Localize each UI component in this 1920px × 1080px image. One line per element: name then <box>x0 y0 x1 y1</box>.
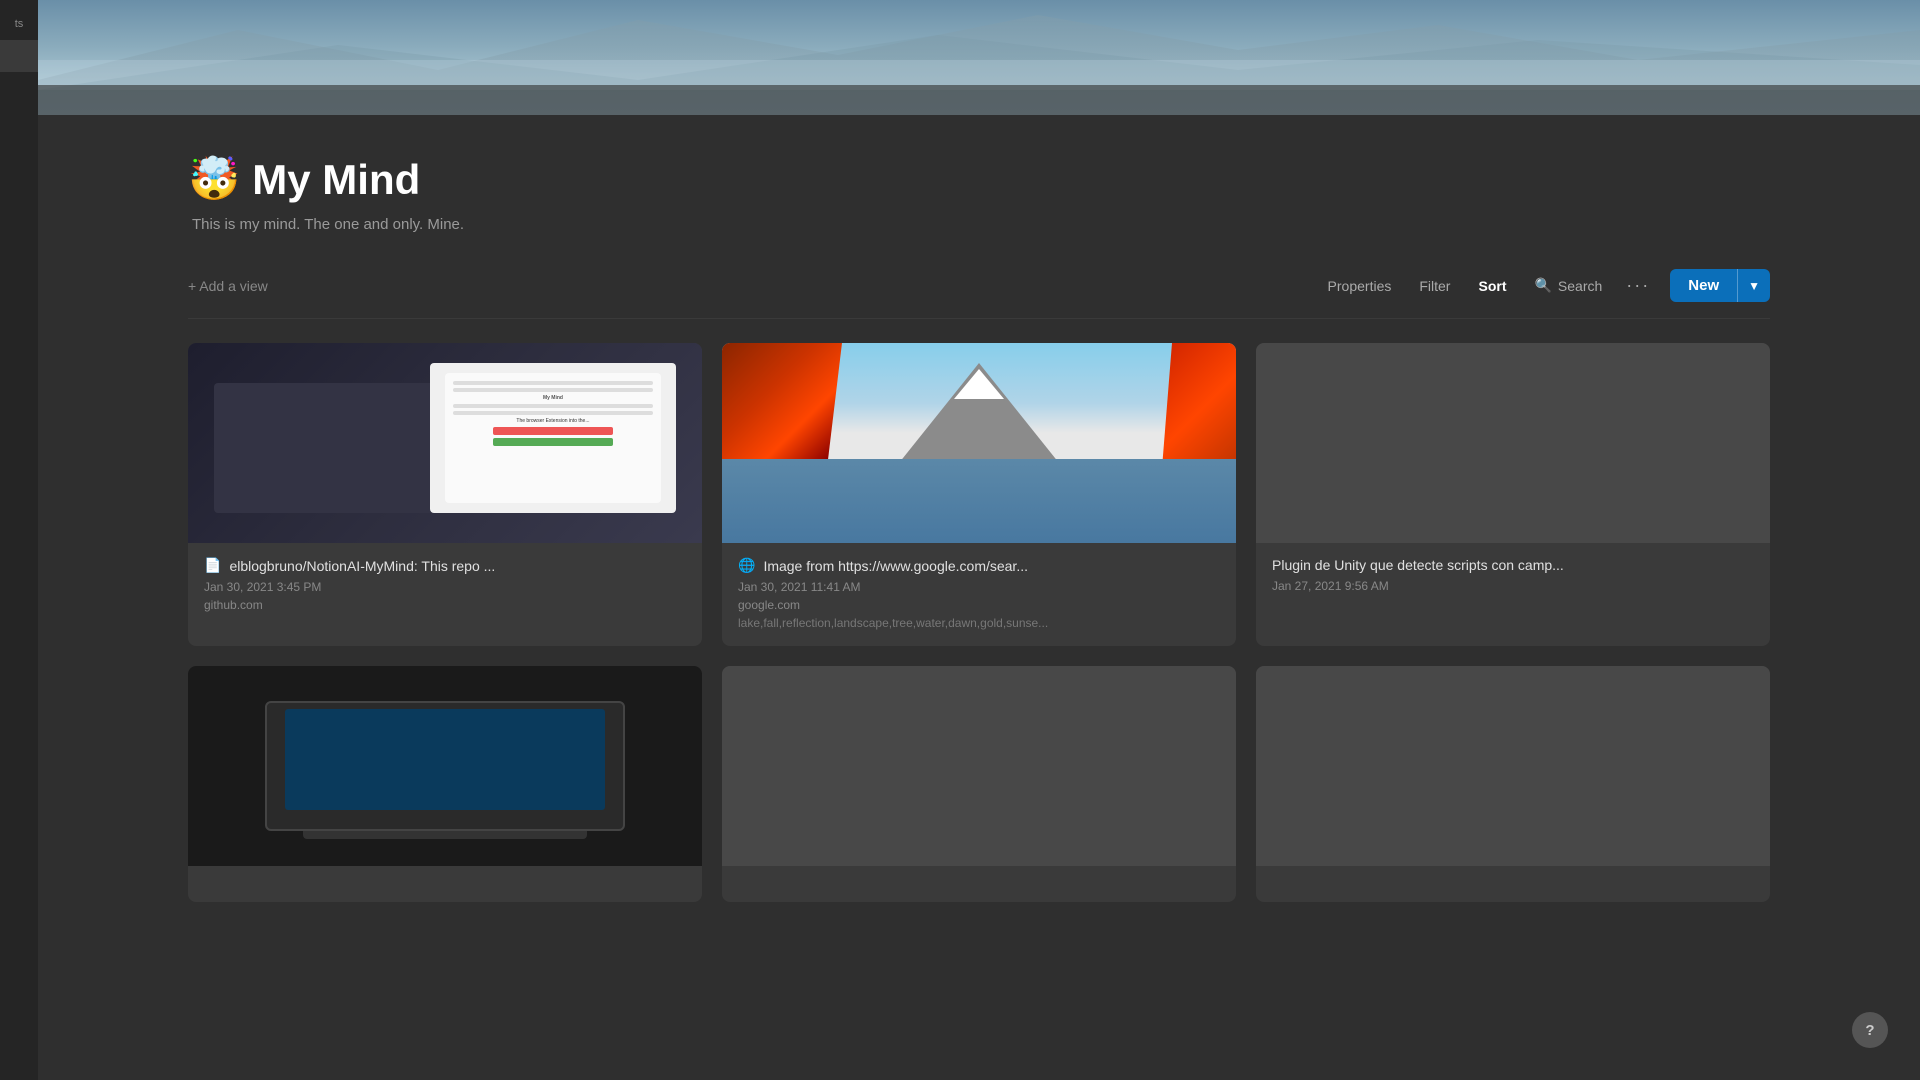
card-date-mountain: Jan 30, 2021 11:41 AM <box>738 580 1220 594</box>
card-empty-5[interactable] <box>722 666 1236 902</box>
sort-label: Sort <box>1478 278 1506 294</box>
card-body-unity: Plugin de Unity que detecte scripts con … <box>1256 543 1770 613</box>
card-image-laptop <box>188 666 702 866</box>
github-inner-panel: My Mind The browser Extension into the..… <box>445 373 661 503</box>
card-domain-github: github.com <box>204 598 686 612</box>
laptop-shape <box>265 701 625 831</box>
page-title-row: 🤯 My Mind <box>188 155 1770 204</box>
help-button[interactable]: ? <box>1852 1012 1888 1048</box>
page-description: This is my mind. The one and only. Mine. <box>188 216 1770 233</box>
help-icon: ? <box>1865 1022 1874 1039</box>
new-dropdown-button[interactable]: ▼ <box>1737 269 1770 302</box>
card-title-text: Image from https://www.google.com/sear..… <box>763 558 1028 574</box>
search-button[interactable]: 🔍 Search <box>1522 271 1614 300</box>
toolbar: + Add a view Properties Filter Sort 🔍 Se… <box>188 253 1770 319</box>
page-title: My Mind <box>252 156 420 204</box>
card-image-mountain <box>722 343 1236 543</box>
sort-button[interactable]: Sort <box>1466 272 1518 300</box>
github-bar-2 <box>453 388 653 392</box>
cards-grid: My Mind The browser Extension into the..… <box>188 343 1770 902</box>
sidebar-item-label: ts <box>15 18 24 30</box>
document-icon: 📄 <box>204 557 221 574</box>
card-body-5 <box>722 866 1236 896</box>
github-bar-3 <box>453 404 653 408</box>
more-options-button[interactable]: ··· <box>1618 271 1658 300</box>
chevron-down-icon: ▼ <box>1748 279 1760 293</box>
properties-label: Properties <box>1328 278 1392 294</box>
main-content: 🤯 My Mind This is my mind. The one and o… <box>38 0 1920 1080</box>
card-body-mountain: 🌐 Image from https://www.google.com/sear… <box>722 543 1236 646</box>
github-bar-1 <box>453 381 653 385</box>
card-github[interactable]: My Mind The browser Extension into the..… <box>188 343 702 646</box>
filter-label: Filter <box>1419 278 1450 294</box>
card-title-mountain: 🌐 Image from https://www.google.com/sear… <box>738 557 1220 574</box>
globe-icon: 🌐 <box>738 557 755 574</box>
page-emoji: 🤯 <box>188 155 240 204</box>
github-green-button <box>493 438 613 446</box>
card-image-placeholder-6 <box>1256 666 1770 866</box>
github-bar-4 <box>453 411 653 415</box>
page-content-area: 🤯 My Mind This is my mind. The one and o… <box>38 115 1920 1080</box>
hero-image <box>38 0 1920 115</box>
card-laptop[interactable] <box>188 666 702 902</box>
new-button-group: New ▼ <box>1670 269 1770 302</box>
mountain-snow <box>954 369 1004 399</box>
add-view-button[interactable]: + Add a view <box>188 278 268 294</box>
card-title-unity: Plugin de Unity que detecte scripts con … <box>1272 557 1754 573</box>
card-domain-mountain: google.com <box>738 598 1220 612</box>
search-icon: 🔍 <box>1534 277 1551 294</box>
new-label: New <box>1688 277 1719 294</box>
card-title-text: Plugin de Unity que detecte scripts con … <box>1272 557 1564 573</box>
card-date-unity: Jan 27, 2021 9:56 AM <box>1272 579 1754 593</box>
search-label: Search <box>1558 278 1602 294</box>
more-dots-icon: ··· <box>1626 275 1650 295</box>
sidebar-item-active[interactable] <box>0 40 38 72</box>
new-button[interactable]: New <box>1670 269 1737 302</box>
github-panel-title: My Mind <box>453 395 653 401</box>
card-body-6 <box>1256 866 1770 896</box>
properties-button[interactable]: Properties <box>1316 272 1404 300</box>
laptop-screen <box>285 709 605 810</box>
filter-button[interactable]: Filter <box>1407 272 1462 300</box>
card-body-laptop <box>188 866 702 902</box>
card-tags-mountain: lake,fall,reflection,landscape,tree,wate… <box>738 616 1220 630</box>
laptop-base <box>303 831 588 839</box>
hero-banner <box>38 0 1920 115</box>
card-title-github: 📄 elblogbruno/NotionAI-MyMind: This repo… <box>204 557 686 574</box>
card-image-placeholder-unity <box>1256 343 1770 543</box>
card-image-placeholder-5 <box>722 666 1236 866</box>
github-subtitle: The browser Extension into the... <box>453 418 653 424</box>
card-empty-6[interactable] <box>1256 666 1770 902</box>
card-mountain[interactable]: 🌐 Image from https://www.google.com/sear… <box>722 343 1236 646</box>
sidebar-item-ts[interactable]: ts <box>0 8 38 40</box>
card-image-github: My Mind The browser Extension into the..… <box>188 343 702 543</box>
card-body-github: 📄 elblogbruno/NotionAI-MyMind: This repo… <box>188 543 702 632</box>
mountain-lake <box>722 459 1236 543</box>
card-unity[interactable]: Plugin de Unity que detecte scripts con … <box>1256 343 1770 646</box>
card-title-text: elblogbruno/NotionAI-MyMind: This repo .… <box>229 558 495 574</box>
github-red-button <box>493 427 613 435</box>
add-view-label: + Add a view <box>188 278 268 294</box>
card-date-github: Jan 30, 2021 3:45 PM <box>204 580 686 594</box>
page-header: 🤯 My Mind This is my mind. The one and o… <box>188 115 1770 253</box>
toolbar-right: Properties Filter Sort 🔍 Search ··· <box>1316 269 1770 302</box>
sidebar: ts <box>0 0 38 1080</box>
